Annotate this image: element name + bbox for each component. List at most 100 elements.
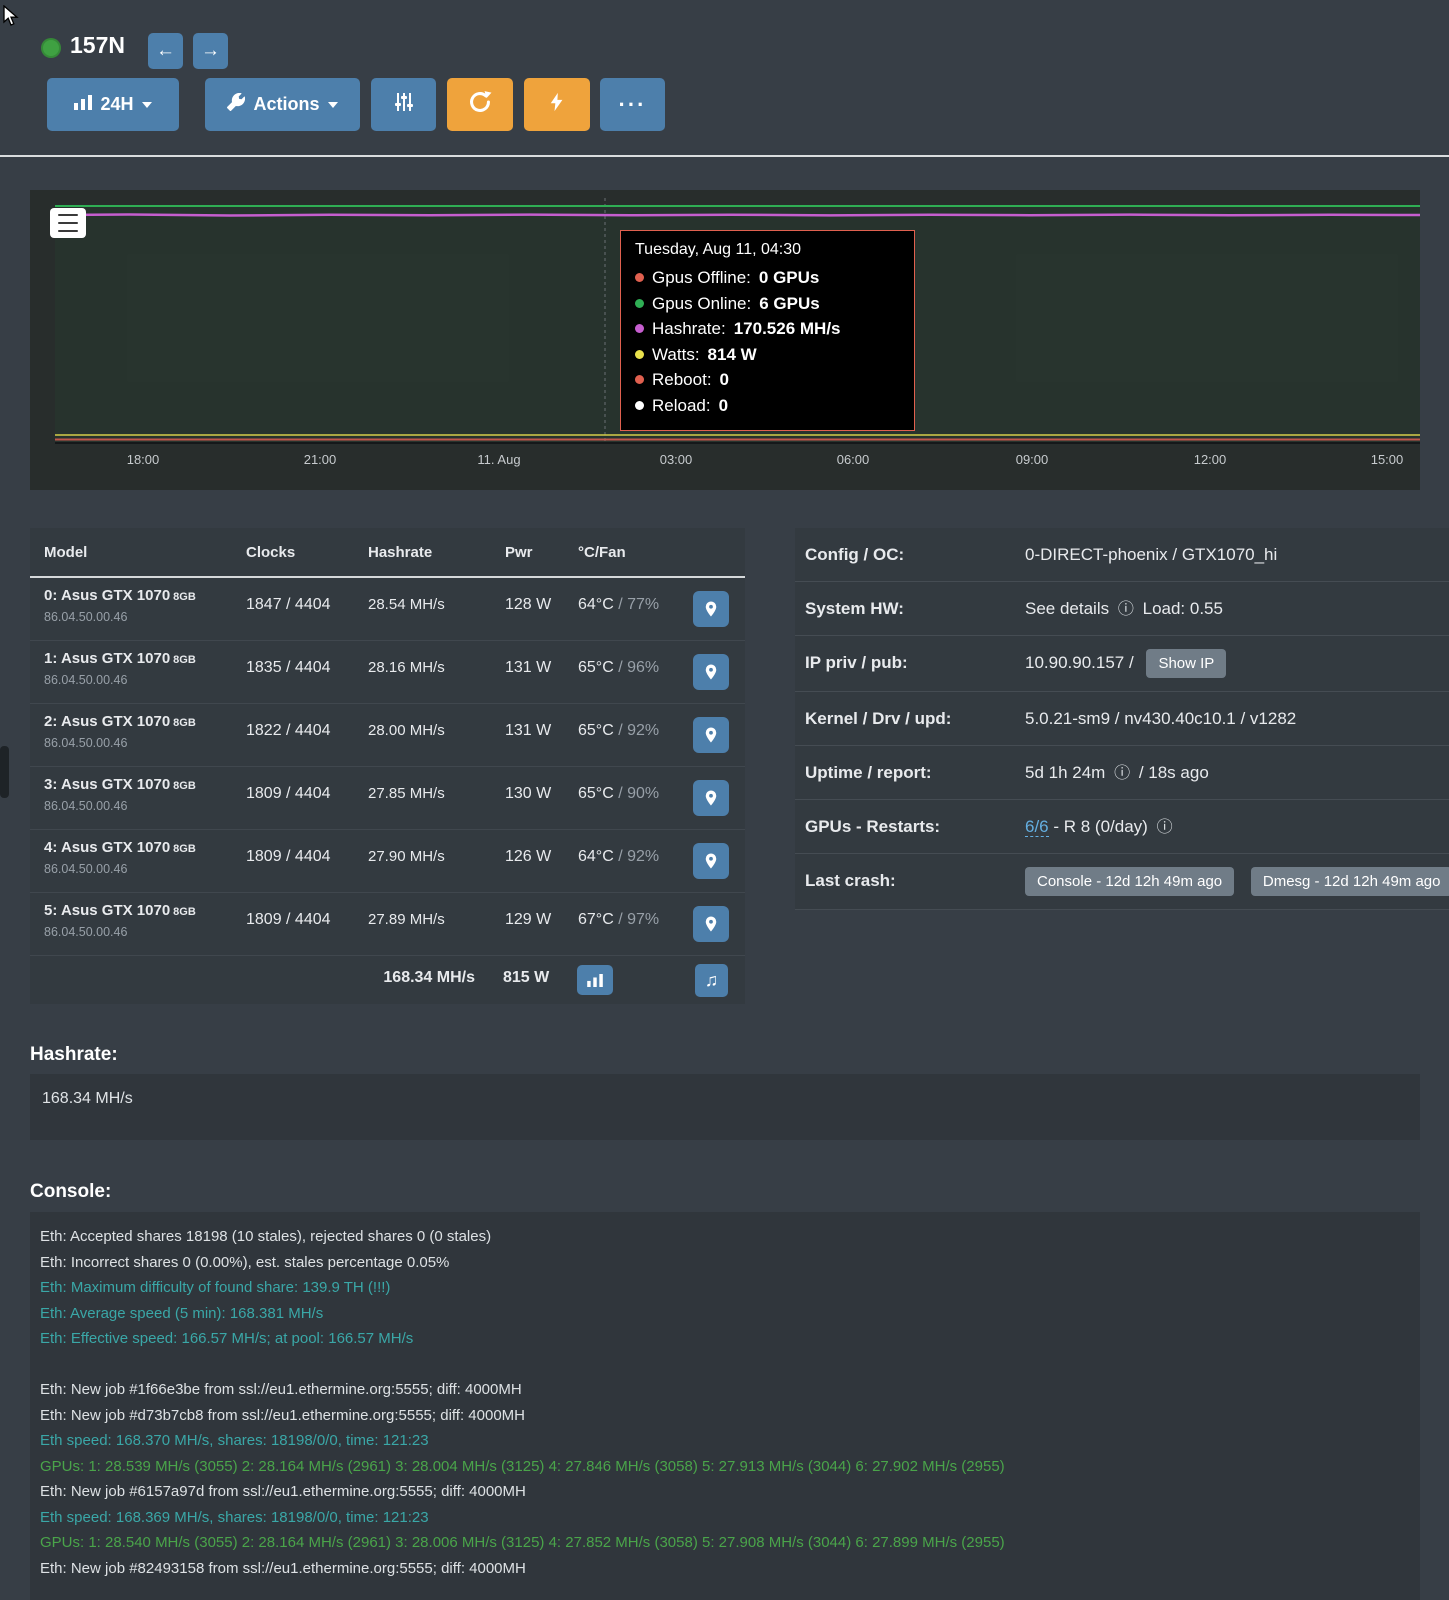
series-dot xyxy=(635,273,644,282)
gpu-hashrate: 27.85 MH/s xyxy=(368,785,445,802)
console-line: Eth: Maximum difficulty of found share: … xyxy=(40,1275,1410,1301)
gpu-row: 2: Asus GTX 10708GB 86.04.50.00.46 1822 … xyxy=(30,704,745,767)
console-log[interactable]: Eth: Accepted shares 18198 (10 stales), … xyxy=(30,1212,1420,1600)
console-line: Eth: New job #82493158 from ssl://eu1.et… xyxy=(40,1556,1410,1582)
last-crash-value: Console - 12d 12h 49m ago Dmesg - 12d 12… xyxy=(1025,854,1449,908)
gpu-model: 4: Asus GTX 10708GB xyxy=(44,839,196,856)
mouse-cursor xyxy=(2,5,22,27)
gpu-map-pin-button[interactable] xyxy=(693,654,729,690)
crash-console-button[interactable]: Console - 12d 12h 49m ago xyxy=(1025,867,1234,896)
gpu-map-pin-button[interactable] xyxy=(693,906,729,942)
x-axis-tick: 15:00 xyxy=(1342,452,1432,467)
gpu-model: 3: Asus GTX 10708GB xyxy=(44,776,196,793)
gpu-hashrate: 27.90 MH/s xyxy=(368,848,445,865)
gpu-temp-fan: 64°C / 77% xyxy=(578,596,659,614)
series-dot xyxy=(635,324,644,333)
gpu-clocks: 1809 / 4404 xyxy=(246,848,331,866)
series-dot xyxy=(635,401,644,410)
tooltip-value: 6 GPUs xyxy=(759,291,819,317)
gpu-map-pin-button[interactable] xyxy=(693,717,729,753)
gpu-power: 130 W xyxy=(505,785,551,803)
chart-context-menu-button[interactable] xyxy=(50,208,86,238)
info-icon[interactable]: ⓘ xyxy=(1157,819,1173,836)
info-icon[interactable]: ⓘ xyxy=(1114,765,1130,782)
load-value: Load: 0.55 xyxy=(1143,599,1223,618)
info-row-system-hw: System HW: See details ⓘ Load: 0.55 xyxy=(795,582,1449,636)
see-details-link[interactable]: See details xyxy=(1025,599,1109,618)
tooltip-label: Gpus Offline: xyxy=(652,265,751,291)
gpu-hashrate: 27.89 MH/s xyxy=(368,911,445,928)
tooltip-value: 0 GPUs xyxy=(759,265,819,291)
col-header-pwr: Pwr xyxy=(505,544,533,561)
console-line: Eth speed: 168.369 MH/s, shares: 18198/0… xyxy=(40,1505,1410,1531)
uptime-label: Uptime / report: xyxy=(805,746,932,800)
more-options-button[interactable]: ··· xyxy=(600,78,665,131)
gpu-vram: 8GB xyxy=(173,654,196,666)
gpu-power: 131 W xyxy=(505,659,551,677)
tooltip-value: 814 W xyxy=(708,342,757,368)
gpu-vram: 8GB xyxy=(173,591,196,603)
console-line: GPUs: 1: 28.539 MH/s (3055) 2: 28.164 MH… xyxy=(40,1454,1410,1480)
time-range-label: 24H xyxy=(100,94,133,115)
chevron-down-icon xyxy=(328,102,338,108)
gpu-bios-version: 86.04.50.00.46 xyxy=(44,862,127,876)
wrench-icon xyxy=(227,93,245,116)
hashrate-section-title: Hashrate: xyxy=(30,1044,118,1066)
actions-dropdown[interactable]: Actions xyxy=(205,78,360,131)
lightning-bolt-icon xyxy=(547,90,567,119)
x-axis-tick: 06:00 xyxy=(808,452,898,467)
shutdown-power-button[interactable] xyxy=(524,78,590,131)
gpu-charts-button[interactable] xyxy=(577,965,613,995)
actions-label: Actions xyxy=(253,94,319,115)
gpu-row: 0: Asus GTX 10708GB 86.04.50.00.46 1847 … xyxy=(30,578,745,641)
tooltip-label: Reboot: xyxy=(652,367,712,393)
gpu-vram: 8GB xyxy=(173,906,196,918)
fan-sound-button[interactable]: ♫ xyxy=(695,964,728,997)
gpu-clocks: 1847 / 4404 xyxy=(246,596,331,614)
config-value: 0-DIRECT-phoenix / GTX1070_hi xyxy=(1025,528,1277,582)
gpu-clocks: 1809 / 4404 xyxy=(246,911,331,929)
tooltip-row: Reboot: 0 xyxy=(635,367,900,393)
gpu-power: 129 W xyxy=(505,911,551,929)
gpu-clocks: 1809 / 4404 xyxy=(246,785,331,803)
time-range-dropdown[interactable]: 24H xyxy=(47,78,179,131)
x-axis-tick: 18:00 xyxy=(98,452,188,467)
gpu-power: 131 W xyxy=(505,722,551,740)
gpu-hashrate: 28.16 MH/s xyxy=(368,659,445,676)
tooltip-row: Watts: 814 W xyxy=(635,342,900,368)
gpu-temp-fan: 65°C / 96% xyxy=(578,659,659,677)
refresh-button[interactable] xyxy=(447,78,513,131)
console-line: Eth: Accepted shares 18198 (10 stales), … xyxy=(40,1224,1410,1250)
tooltip-row: Reload: 0 xyxy=(635,393,900,419)
console-line: Eth: Average speed (5 min): 168.381 MH/s xyxy=(40,1301,1410,1327)
gpu-temp-fan: 65°C / 92% xyxy=(578,722,659,740)
gpus-count-link[interactable]: 6/6 xyxy=(1025,817,1049,837)
gpu-map-pin-button[interactable] xyxy=(693,843,729,879)
crash-dmesg-button[interactable]: Dmesg - 12d 12h 49m ago xyxy=(1251,867,1449,896)
gpu-map-pin-button[interactable] xyxy=(693,780,729,816)
next-rig-button[interactable]: → xyxy=(193,33,228,69)
scrollbar-thumb[interactable] xyxy=(0,746,9,798)
sliders-icon xyxy=(393,91,415,118)
gpu-hashrate: 28.54 MH/s xyxy=(368,596,445,613)
col-header-temp-fan: °C/Fan xyxy=(578,544,626,561)
gpu-temp-fan: 65°C / 90% xyxy=(578,785,659,803)
rig-title: 157N xyxy=(70,32,125,59)
series-dot xyxy=(635,299,644,308)
tooltip-label: Watts: xyxy=(652,342,700,368)
prev-rig-button[interactable]: ← xyxy=(148,33,183,69)
metrics-chart[interactable]: 18:00 21:00 11. Aug 03:00 06:00 09:00 12… xyxy=(30,190,1420,490)
gpu-map-pin-button[interactable] xyxy=(693,591,729,627)
show-ip-button[interactable]: Show IP xyxy=(1146,649,1226,678)
gpu-clocks: 1835 / 4404 xyxy=(246,659,331,677)
tooltip-label: Gpus Online: xyxy=(652,291,751,317)
gpu-bios-version: 86.04.50.00.46 xyxy=(44,736,127,750)
gpu-row: 5: Asus GTX 10708GB 86.04.50.00.46 1809 … xyxy=(30,893,745,956)
config-label: Config / OC: xyxy=(805,528,904,582)
top-toolbar: 157N ← → 24H Actions xyxy=(0,0,1449,157)
console-section-title: Console: xyxy=(30,1181,111,1203)
gpu-row: 1: Asus GTX 10708GB 86.04.50.00.46 1835 … xyxy=(30,641,745,704)
tune-settings-button[interactable] xyxy=(371,78,436,131)
chevron-down-icon xyxy=(142,102,152,108)
info-icon[interactable]: ⓘ xyxy=(1118,601,1134,618)
